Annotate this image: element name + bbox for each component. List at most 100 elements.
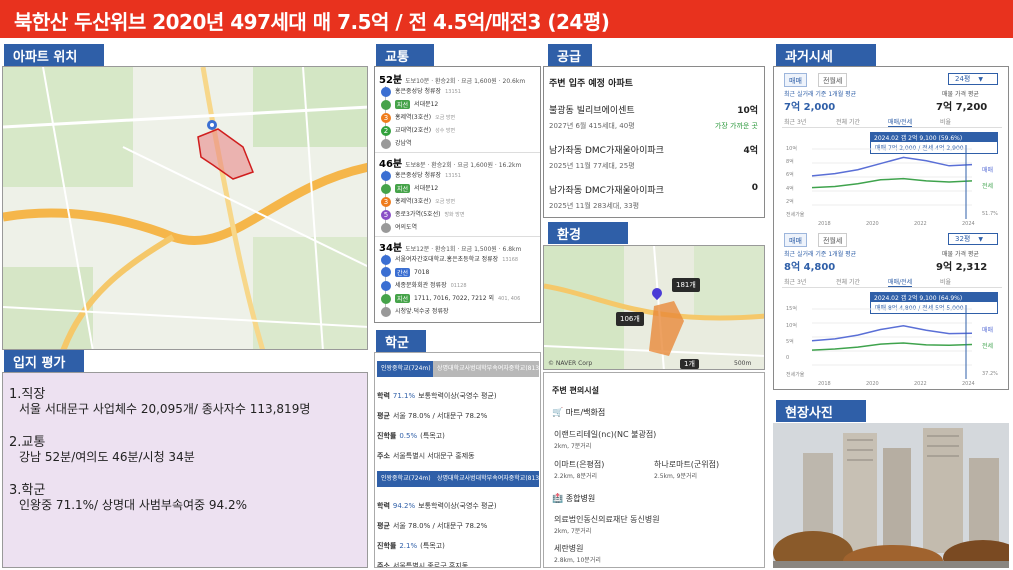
y-tick: 10억 [786,146,797,152]
school-tab-sangmyung[interactable]: 상명대학교사범대학부속여자중학교(813m) [433,471,539,487]
step-text: 강남역 [395,140,412,147]
y-tick: 0 [786,354,790,361]
route-tag: 간선 [395,267,411,277]
step-text: 서대문12 [414,185,439,192]
apartment-photo [773,423,1009,568]
school-stat-row: 진학률 0.5% (특목고) [377,431,445,441]
route-step: 지선 1711, 7016, 7022, 7212 외 401, 406 [381,293,520,304]
mart-1-dist: 2.2km, 8분거리 [554,473,598,480]
school-stat-row: 학력 71.1% 보통학력이상(국영수 평균) [377,391,497,401]
route-step: 3 홍제역(3호선) 오금 방면 [381,196,455,207]
school-tab-inwang[interactable]: 인왕중학교(724m) [377,361,435,377]
stat-value: 서울특별시 서대문구 홍제동 [392,452,475,460]
mart-0-dist: 2km, 7분거리 [554,443,592,450]
step-text: 종로3가역(5호선) [395,211,441,218]
stat-label: 학력 [377,392,390,400]
x-tick: 2018 [818,381,831,387]
school-tab-inwang[interactable]: 인왕중학교(724m) [377,471,435,487]
supply-count: 0 [751,183,758,193]
supply-name: 남가좌동 DMC가재울아이파크 [549,186,664,196]
bus-icon [381,222,391,233]
x-tick: 2022 [914,381,927,387]
stat-value: 서울 78.0% / 서대문구 78.2% [392,522,488,530]
step-sub: 방화 방면 [444,212,465,218]
legend-jeonse: 전세 [982,343,994,350]
step-sub: 13168 [502,257,519,263]
bus-icon [381,138,391,149]
y-tick: 10억 [786,322,797,329]
page-title: 북한산 두산위브 2020년 497세대 매 7.5억 / 전 4.5억/매전3… [14,10,610,34]
supply-name: 불광동 빌리브에이센트 [549,106,635,116]
bus-icon [381,170,391,181]
sale-line [811,325,973,342]
y-tick: 전세가율 [786,372,805,378]
bus-icon [381,280,391,291]
route-tag: 지선 [395,294,411,303]
price-chart [811,305,973,379]
bus-icon [381,293,391,304]
supply-date: 2025년 11월 283세대, 33평 [549,202,640,210]
legend-jeonse: 전세 [982,183,994,190]
y-tick: 15억 [786,306,797,312]
route-tag: 지선 [395,184,411,193]
step-text: 세종문화회관 정류장 [395,282,447,289]
step-sub: 01128 [450,283,467,289]
stat-desc: (특목고) [420,542,445,550]
eval-panel: 1.직장 서울 서대문구 사업체수 20,095개/ 종사자수 113,819명… [2,372,368,568]
school-panel: 인왕중학교(724m) 상명대학교사범대학부속여자중학교(813m) 학력 71.1%… [374,352,541,568]
site-photo-header: 현장사진 [776,400,866,422]
cluster-181[interactable]: 181개 [672,278,700,292]
convenience-panel: 주변 편의시설 🛒 마트/백화점 이랜드리테일(nc)(NC 불광점) 2km,… [543,372,765,568]
stat-value: 94.2% [392,502,416,510]
step-text: 홍은중성당 청류장 [395,172,442,179]
bus-icon [381,306,391,317]
site-photo [773,423,1009,568]
supply-note: 가장 가까운 곳 [714,122,758,130]
eval-traffic-text: 강남 52분/여의도 46분/시청 34분 [19,450,195,464]
route-step: 여의도역 [381,222,417,233]
step-text: 7018 [414,268,430,276]
bus-icon [381,267,391,277]
supply-header: 공급 [548,44,592,66]
cluster-106[interactable]: 106개 [616,312,644,326]
step-text: 홍제역(3호선) [395,198,432,205]
school-tab-sangmyung[interactable]: 상명대학교사범대학부속여자중학교(813m) [433,361,539,377]
y-tick: 4억 [786,185,794,192]
supply-date: 2027년 6월 415세대, 40평 [549,122,635,130]
route-tag: 지선 [395,100,411,109]
route-step: 지선 서대문12 [381,99,438,110]
mart-2-dist: 2.5km, 9분거리 [654,473,698,480]
route-step: 3 홍제역(3호선) 오금 방면 [381,112,455,123]
mart-label: 마트/백화점 [565,408,606,417]
x-tick: 2020 [866,381,879,387]
supply-count: 10억 [737,106,758,116]
stat-value: 서울 78.0% / 서대문구 78.2% [392,412,488,420]
eval-school-text: 인왕중 71.1%/ 상명대 사범부속여중 94.2% [19,498,248,512]
pin-icon [207,120,217,130]
mart-0-name: 이랜드리테일(nc)(NC 불광점) [554,430,657,439]
route-step: 홍은중성당 청류장 13151 [381,86,461,97]
step-text: 1711, 7016, 7022, 7212 외 [414,295,494,302]
step-text: 시청앞.덕수궁 정류장 [395,308,449,315]
supply-date: 2025년 11월 77세대, 25평 [549,162,635,170]
location-map[interactable] [2,66,368,350]
step-text: 교대역(2호선) [395,127,432,134]
legend-sale: 매매 [982,327,994,334]
route-step: 서울여자간호대학교.홍은초등학교 정류장 13168 [381,254,518,265]
step-sub: 오금 방면 [435,115,456,121]
route-step: 간선 7018 [381,267,429,277]
stat-desc: 보통학력이상(국영수 평균) [418,392,497,400]
map-scale: 500m [734,360,752,367]
cart-icon: 🛒 [552,408,564,418]
bus-icon [381,86,391,97]
transport-panel: 52분 도보10분 · 환승2회 · 요금 1,600원 · 20.6km 홍은중성… [374,66,541,323]
jeonse-line [811,177,973,189]
cluster-1[interactable]: 1개 [680,359,699,369]
school-stat-row: 주소 서울특별시 종로구 홍지동 [377,561,468,567]
hospital-0-name: 의료법인동신의료재단 동신병원 [554,515,660,524]
step-sub: 13151 [445,173,461,179]
env-map[interactable]: 181개 106개 1개 © NAVER Corp 500m [543,245,765,370]
subway-icon: 3 [381,196,391,207]
y-tick: 2억 [786,198,794,205]
route-step: 지선 서대문12 [381,183,438,194]
